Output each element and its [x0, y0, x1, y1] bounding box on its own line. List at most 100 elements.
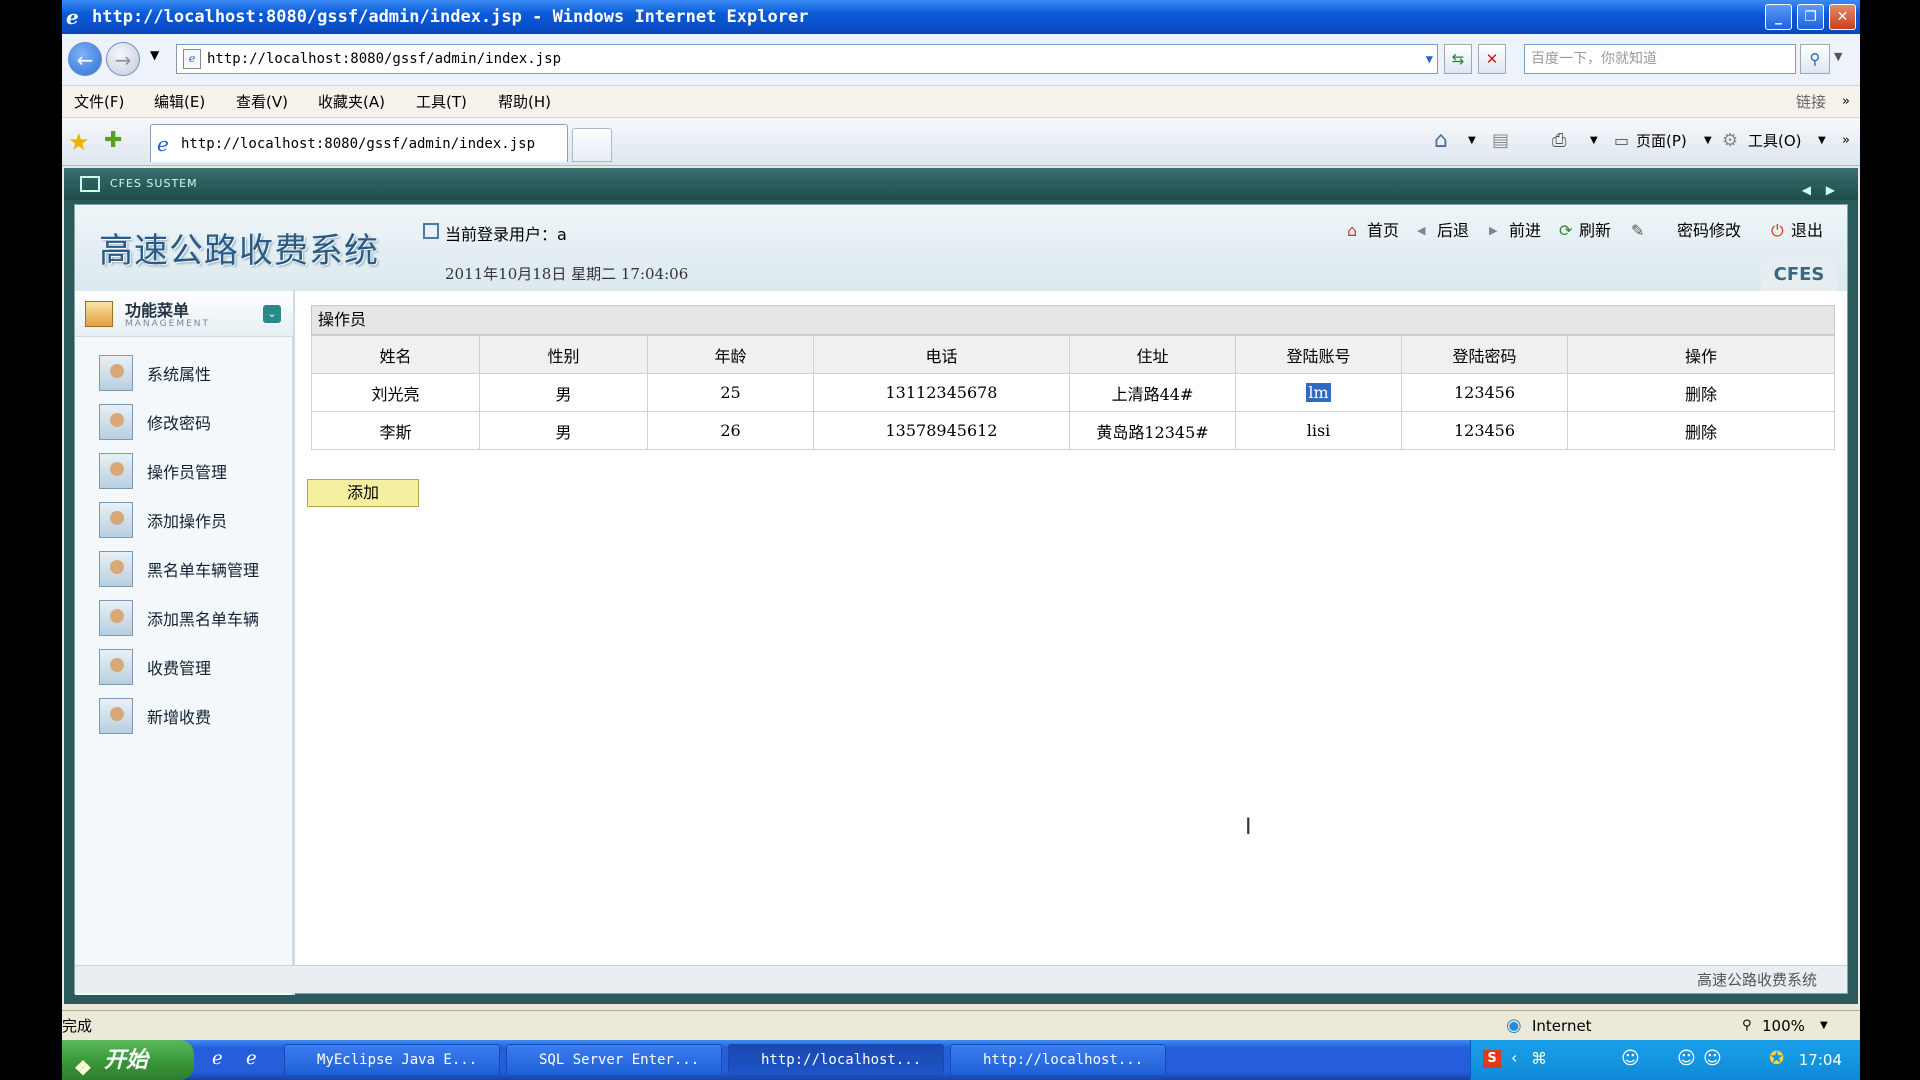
links-label[interactable]: 链接: [1796, 86, 1826, 118]
print-dropdown-icon[interactable]: ▼: [1590, 126, 1598, 156]
network-icon[interactable]: ⌘: [1531, 1049, 1547, 1068]
current-user: 当前登录用户：a: [445, 225, 567, 244]
zoom-level[interactable]: 100%: [1762, 1011, 1805, 1041]
search-icon[interactable]: ⚲: [1800, 44, 1830, 74]
qq-icon[interactable]: ☺: [1621, 1048, 1640, 1069]
page-icon: e: [183, 49, 201, 69]
sidebar-item-add-operator[interactable]: 添加操作员: [99, 500, 289, 540]
history-dropdown-icon[interactable]: ▼: [150, 48, 159, 62]
close-button[interactable]: ✕: [1829, 4, 1856, 30]
url-text: http://localhost:8080/gssf/admin/index.j…: [207, 51, 562, 67]
cell-address: 黄岛路12345#: [1069, 411, 1236, 450]
qq-icon-2[interactable]: ☺: [1677, 1048, 1696, 1069]
user-icon: [423, 223, 439, 239]
tray-app-icon[interactable]: ✪: [1769, 1048, 1784, 1069]
favorites-star-icon[interactable]: ★: [68, 128, 90, 156]
forward-link[interactable]: 前进: [1509, 219, 1541, 243]
task-myeclipse[interactable]: MyEclipse Java E...: [284, 1044, 500, 1076]
cell-age: 25: [647, 373, 814, 412]
start-button[interactable]: ❖ 开始: [62, 1040, 194, 1080]
current-date: 2011年10月18日 星期二 17:04:06: [445, 265, 689, 283]
add-button[interactable]: 添加: [307, 479, 419, 507]
sidebar-item-label: 黑名单车辆管理: [147, 561, 260, 580]
menu-favorites[interactable]: 收藏夹(A): [318, 86, 385, 118]
zoom-dropdown-icon[interactable]: ▼: [1820, 1011, 1828, 1041]
menu-help[interactable]: 帮助(H): [498, 86, 551, 118]
task-ie-2[interactable]: http://localhost...: [950, 1044, 1166, 1076]
page-menu[interactable]: 页面(P): [1636, 126, 1687, 156]
tray-expand-icon[interactable]: ‹: [1511, 1048, 1517, 1067]
print-icon[interactable]: ⎙: [1552, 126, 1566, 156]
stop-icon[interactable]: ✕: [1478, 44, 1506, 74]
home-icon[interactable]: ⌂: [1434, 126, 1448, 156]
task-label: http://localhost...: [983, 1052, 1144, 1068]
sidebar-item-operator-management[interactable]: 操作员管理: [99, 451, 289, 491]
change-password-link[interactable]: 密码修改: [1677, 219, 1741, 243]
sidebar-item-add-blacklist[interactable]: 添加黑名单车辆: [99, 598, 289, 638]
sidebar-item-label: 新增收费: [147, 708, 212, 727]
add-favorite-icon[interactable]: ✚: [104, 128, 122, 153]
sidebar-item-new-fee[interactable]: 新增收费: [99, 696, 289, 736]
tools-menu[interactable]: 工具(O): [1748, 126, 1802, 156]
sidebar-item-change-password[interactable]: 修改密码: [99, 402, 289, 442]
sidebar-item-system-properties[interactable]: 系统属性: [99, 353, 289, 393]
search-options-icon[interactable]: ▼: [1834, 50, 1842, 63]
qq-icon-3[interactable]: ☺: [1703, 1048, 1722, 1069]
account-selected-text[interactable]: lm: [1306, 383, 1331, 402]
url-input[interactable]: e http://localhost:8080/gssf/admin/index…: [176, 44, 1438, 74]
minimize-button[interactable]: _: [1765, 4, 1792, 30]
text-cursor-icon: I: [1245, 815, 1252, 840]
refresh-link[interactable]: 刷新: [1579, 219, 1611, 243]
menu-file[interactable]: 文件(F): [74, 86, 124, 118]
back-link[interactable]: 后退: [1437, 219, 1469, 243]
restore-button[interactable]: ❐: [1797, 4, 1824, 30]
zoom-icon: ⚲: [1742, 1018, 1752, 1033]
logo-title: 高速公路收费系统: [99, 231, 379, 271]
sogou-icon[interactable]: S: [1483, 1050, 1501, 1068]
cell-gender: 男: [479, 411, 648, 450]
back-button[interactable]: ←: [68, 42, 102, 76]
cfes-badge: CFES: [1761, 259, 1837, 291]
feeds-icon[interactable]: ▤: [1492, 126, 1509, 156]
more-chevron-icon[interactable]: »: [1842, 126, 1850, 156]
menu-edit[interactable]: 编辑(E): [154, 86, 205, 118]
window-titlebar: e http://localhost:8080/gssf/admin/index…: [62, 0, 1860, 34]
tab-active[interactable]: e http://localhost:8080/gssf/admin/index…: [150, 124, 568, 162]
zone-text: Internet: [1532, 1017, 1592, 1035]
delete-link[interactable]: 删除: [1685, 423, 1717, 442]
clock: 17:04: [1798, 1051, 1842, 1069]
menu-tools[interactable]: 工具(T): [416, 86, 467, 118]
chevron-right-icon[interactable]: »: [1842, 86, 1850, 118]
ie-quicklaunch-icon-2[interactable]: ℯ: [246, 1048, 257, 1069]
sidebar-item-fee-management[interactable]: 收费管理: [99, 647, 289, 687]
menu-bar: 文件(F) 编辑(E) 查看(V) 收藏夹(A) 工具(T) 帮助(H) 链接 …: [62, 86, 1860, 118]
logout-icon: ⏻: [1771, 221, 1784, 240]
home-link[interactable]: 首页: [1367, 219, 1399, 243]
forward-button[interactable]: →: [106, 42, 140, 76]
taskbar: ❖ 开始 ℯ ℯ MyEclipse Java E... SQL Server …: [62, 1040, 1860, 1080]
ie-logo-icon: e: [66, 5, 79, 29]
logout-link[interactable]: 退出: [1791, 219, 1823, 243]
tab-bar: ★ ✚ e http://localhost:8080/gssf/admin/i…: [62, 118, 1860, 166]
task-label: SQL Server Enter...: [539, 1052, 700, 1068]
page-dropdown-icon[interactable]: ▼: [1704, 126, 1712, 156]
sidebar-item-blacklist-management[interactable]: 黑名单车辆管理: [99, 549, 289, 589]
task-ie-1[interactable]: http://localhost...: [728, 1044, 944, 1076]
search-input[interactable]: 百度一下，你就知道: [1524, 44, 1796, 74]
tools-dropdown-icon[interactable]: ▼: [1818, 126, 1826, 156]
home-dropdown-icon[interactable]: ▼: [1468, 126, 1476, 156]
sidebar-subtitle: MANAGEMENT: [125, 319, 210, 329]
refresh-icon[interactable]: ⇆: [1444, 44, 1472, 74]
menu-view[interactable]: 查看(V): [236, 86, 288, 118]
task-sql-server[interactable]: SQL Server Enter...: [506, 1044, 722, 1076]
monitor-icon: [80, 176, 100, 192]
scroll-right-icon[interactable]: ▶: [1826, 174, 1836, 206]
collapse-icon[interactable]: ⌄: [263, 305, 281, 323]
scroll-left-icon[interactable]: ◀: [1802, 174, 1812, 206]
delete-link[interactable]: 删除: [1685, 385, 1717, 404]
url-dropdown-icon[interactable]: ▼: [1426, 45, 1433, 73]
sidebar-title: 功能菜单: [125, 301, 190, 320]
new-tab-button[interactable]: [572, 128, 612, 162]
ie-quicklaunch-icon[interactable]: ℯ: [212, 1048, 223, 1069]
cell-phone: 13112345678: [813, 373, 1070, 412]
